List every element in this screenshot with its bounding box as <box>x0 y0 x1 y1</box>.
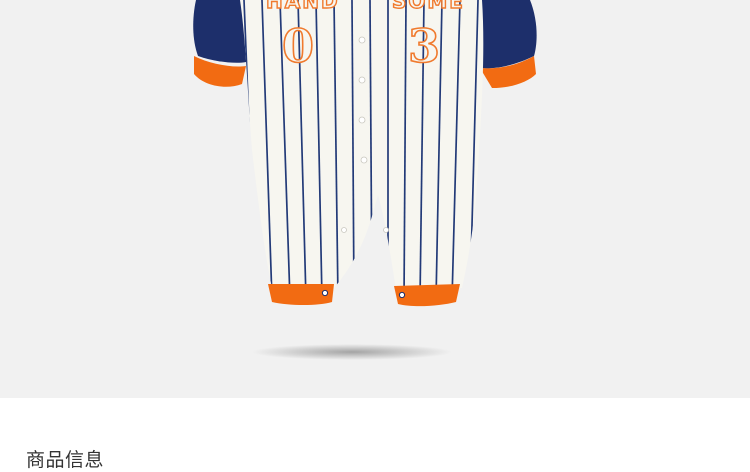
product-info-section: 商品信息 <box>0 398 750 471</box>
print-number-right: 3 <box>408 19 440 73</box>
right-ankle-snap <box>398 291 406 299</box>
print-word-left: HAND <box>266 0 340 13</box>
product-info-title: 商品信息 <box>26 449 105 471</box>
baby-romper-illustration: HAND SOME 0 3 <box>193 0 537 360</box>
product-image-area: HAND SOME 0 3 <box>0 0 750 398</box>
left-sleeve <box>193 0 246 63</box>
print-word-right: SOME <box>392 0 465 13</box>
print-number-left: 0 <box>282 19 314 73</box>
floor-shadow <box>252 344 452 360</box>
left-ankle-snap <box>321 289 329 297</box>
romper-body <box>218 0 484 290</box>
